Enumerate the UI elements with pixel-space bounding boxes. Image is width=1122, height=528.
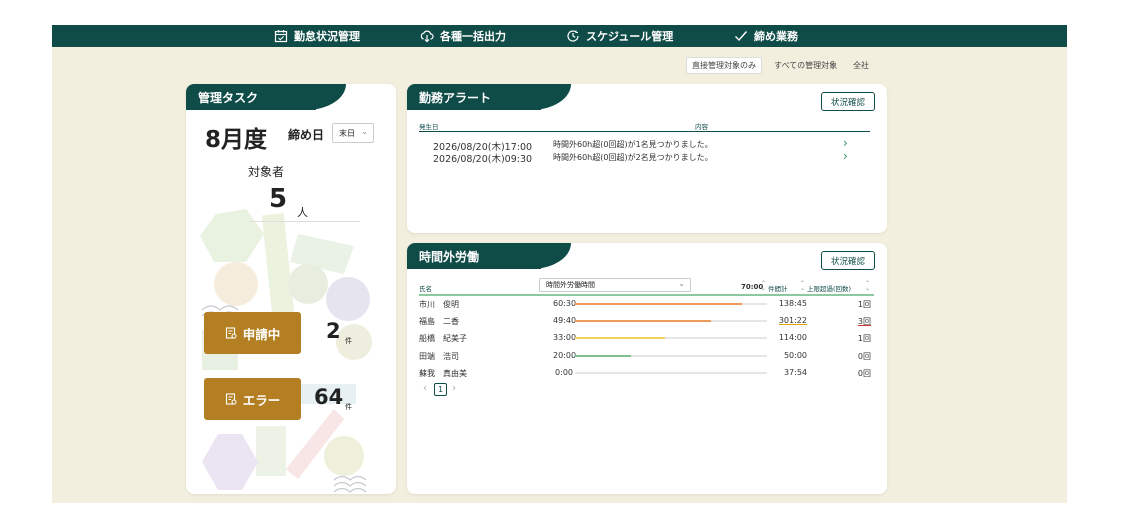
header-divider [419, 294, 874, 296]
card-header: 時間外労働 [407, 243, 571, 269]
card-header: 管理タスク [186, 84, 346, 110]
overtime-type-select[interactable]: 時間外労働時間 ⌄ [539, 278, 691, 292]
target-unit: 人 [297, 206, 308, 219]
sort-icon[interactable]: ⌃ ⌄ [865, 281, 870, 292]
nav-label: 勤怠状況管理 [294, 30, 360, 43]
overtime-bar-fill [575, 354, 631, 357]
chevron-right-icon[interactable]: › [843, 136, 848, 150]
total-hours: 114:00 [778, 333, 807, 343]
select-value: 時間外労働時間 [546, 281, 595, 289]
header-divider [419, 131, 870, 132]
limit-value: 70:00 [741, 283, 764, 291]
nav-schedule[interactable]: スケジュール管理 [566, 25, 673, 47]
nav-label: スケジュール管理 [586, 30, 674, 43]
alert-content: 時間外60h超(0回超)が2名見つかりました。 [553, 153, 713, 162]
employee-name: 市川 俊明 [419, 300, 459, 309]
overtime-confirm-button[interactable]: 状況確認 [821, 251, 875, 270]
card-title: 勤務アラート [419, 90, 492, 105]
sort-icon[interactable]: ⌃ ⌄ [761, 281, 766, 292]
nav-label: 各種一括出力 [440, 30, 506, 43]
employee-name: 田端 浩司 [419, 351, 459, 361]
col-name-header: 氏名 [419, 285, 432, 293]
document-icon [225, 327, 237, 339]
overtime-bar-fill [575, 303, 743, 305]
overtime-bar-track [575, 354, 767, 357]
clock-icon [567, 30, 579, 42]
col-date-header: 発生日 [419, 123, 439, 131]
pending-unit: 件 [345, 337, 352, 345]
document-icon [225, 393, 237, 405]
nav-label: 締め業務 [754, 30, 798, 43]
calendar-icon [274, 30, 288, 43]
closing-date-select[interactable]: 末日 ⌄ [332, 123, 374, 143]
target-label: 対象者 [248, 165, 285, 179]
overtime-time: 60:30 [553, 299, 577, 308]
closing-date-label: 締め日 [288, 128, 325, 142]
overtime-bar-fill [575, 337, 666, 340]
chevron-right-icon[interactable]: › [843, 149, 848, 163]
nav-bulk-export[interactable]: 各種一括出力 [420, 25, 506, 47]
sort-icon[interactable]: ⌃ ⌄ [800, 281, 805, 292]
total-hours: 50:00 [783, 350, 807, 360]
total-hours: 37:54 [783, 367, 807, 377]
over-count: 0回 [857, 368, 871, 378]
overtime-bar-track [575, 303, 767, 305]
error-unit: 件 [345, 403, 352, 411]
pager-next-icon[interactable]: › [452, 383, 456, 394]
check-icon [735, 31, 748, 42]
over-count: 1回 [857, 300, 871, 309]
nav-closing[interactable]: 締め業務 [734, 25, 798, 47]
management-tasks-card: 管理タスク 8月度 締め日 末日 ⌄ 対象者 5 人 申請中 2 件 エラー 6… [186, 84, 396, 494]
overtime-bar-track [575, 371, 767, 374]
card-title: 時間外労働 [419, 249, 480, 264]
alert-content: 時間外60h超(0回超)が1名見つかりました。 [553, 140, 713, 149]
alert-date: 2026/08/20(木)09:30 [433, 154, 533, 165]
over-count: 1回 [857, 334, 871, 344]
overtime-bar-fill [575, 320, 712, 323]
pager-prev-icon[interactable]: ‹ [423, 383, 427, 394]
error-count: 64 [314, 385, 344, 409]
pager-page-1[interactable]: 1 [434, 383, 447, 396]
error-button[interactable]: エラー [204, 378, 301, 420]
pending-label: 申請中 [242, 326, 281, 342]
work-alerts-card: 勤務アラート 状況確認 発生日 内容 2026/08/20(木)17:00 時間… [407, 84, 887, 233]
col-total-header: 件間計 [768, 285, 788, 293]
overtime-bar-track [575, 337, 767, 340]
chevron-down-icon: ⌄ [361, 127, 368, 136]
card-header: 勤務アラート [407, 84, 571, 110]
overtime-bar-track [575, 320, 767, 323]
overtime-time: 20:00 [553, 350, 577, 360]
nav-attendance-status[interactable]: 勤怠状況管理 [274, 25, 360, 47]
scope-direct-only[interactable]: 直接管理対象のみ [686, 57, 762, 74]
overtime-card: 時間外労働 状況確認 氏名 時間外労働時間 ⌄ 70:00 ⌃ ⌄ 件間計 ⌃ ⌄ … [407, 243, 887, 494]
overtime-time: 0:00 [555, 367, 573, 377]
app-frame: 勤怠状況管理 各種一括出力 スケジュール管理 締め業務 直接管理対象のみ すべて… [52, 25, 1067, 503]
pending-count: 2 [326, 319, 341, 343]
total-hours: 138:45 [778, 299, 807, 308]
card-title: 管理タスク [198, 90, 259, 105]
alerts-confirm-button[interactable]: 状況確認 [821, 92, 875, 111]
target-count: 5 [269, 184, 288, 214]
target-underline [250, 221, 360, 222]
total-hours: 301:22 [778, 316, 807, 326]
overtime-time: 33:00 [553, 333, 577, 343]
pending-requests-button[interactable]: 申請中 [204, 312, 301, 354]
employee-name: 船橋 紀美子 [419, 334, 467, 344]
scope-all-managed[interactable]: すべての管理対象 [769, 57, 842, 74]
over-count: 0回 [857, 351, 871, 361]
scope-company[interactable]: 全社 [848, 57, 874, 74]
closing-date-value: 末日 [339, 128, 355, 138]
employee-name: 蘇我 真由美 [419, 368, 467, 378]
cloud-download-icon [420, 30, 434, 43]
col-content-header: 内容 [695, 123, 708, 131]
top-nav: 勤怠状況管理 各種一括出力 スケジュール管理 締め業務 [52, 25, 1067, 47]
col-over-header: 上限超過(回数) [807, 285, 852, 293]
employee-name: 福島 二香 [419, 317, 459, 327]
overtime-time: 49:40 [553, 316, 577, 326]
error-label: エラー [242, 392, 281, 408]
month-label: 8月度 [205, 127, 268, 153]
over-count: 3回 [857, 317, 871, 327]
chevron-down-icon: ⌄ [678, 279, 685, 288]
